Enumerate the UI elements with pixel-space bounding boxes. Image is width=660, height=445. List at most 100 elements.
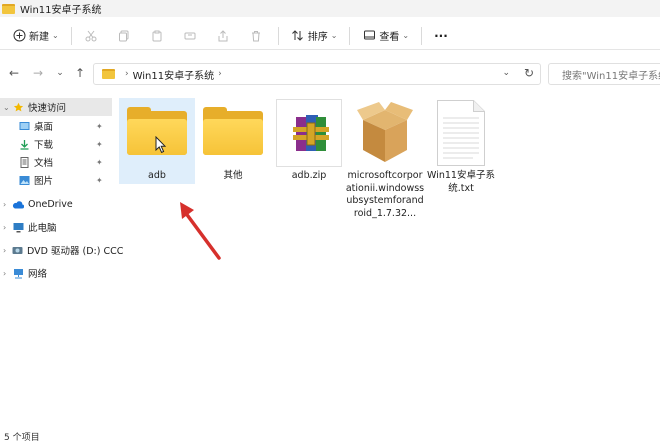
forward-arrow-icon[interactable]: → — [30, 65, 46, 81]
chevron-down-icon: ⌄ — [330, 31, 338, 40]
nav-dvd-drive[interactable]: › DVD 驱动器 (D:) CCC — [0, 241, 123, 259]
winrar-archive-icon — [271, 98, 347, 168]
folder-icon — [102, 69, 115, 79]
share-icon — [216, 29, 230, 43]
dvd-drive-icon — [12, 244, 23, 256]
up-arrow-icon[interactable]: ↑ — [72, 65, 88, 81]
annotation-arrow-icon — [180, 202, 221, 260]
nav-label: 快速访问 — [28, 103, 67, 114]
paste-icon — [150, 29, 164, 43]
expand-chevron-icon[interactable]: › — [3, 246, 6, 255]
more-options-button[interactable]: ··· — [430, 25, 452, 47]
nav-network[interactable]: › 网络 — [0, 264, 112, 282]
chevron-down-icon[interactable]: ⌄ — [502, 68, 510, 78]
item-count: 5 个项目 — [4, 433, 40, 443]
sort-icon — [291, 29, 305, 43]
nav-label: 下载 — [34, 140, 54, 151]
nav-desktop[interactable]: 桌面 ✦ — [18, 117, 112, 135]
nav-label: 此电脑 — [28, 223, 57, 234]
text-file-icon — [423, 98, 499, 168]
plus-circle-icon — [12, 29, 26, 43]
address-row: ← → ⌄ ↑ › Win11安卓子系统 › ⌄ ↻ 搜索"Win11安卓子系统… — [0, 59, 660, 89]
pin-icon: ✦ — [96, 139, 103, 149]
file-name: adb — [148, 170, 166, 181]
command-bar: 新建 ⌄ 排序 ⌄ 查看 ⌄ ··· — [0, 22, 660, 50]
pin-icon: ✦ — [96, 175, 103, 185]
desktop-icon — [18, 120, 30, 132]
view-icon — [362, 29, 376, 43]
file-name: microsoftcorporationii.windowssubsystemf… — [345, 170, 425, 219]
chevron-down-icon: ⌄ — [52, 31, 59, 40]
pin-icon: ✦ — [96, 121, 103, 131]
nav-downloads[interactable]: 下载 ✦ — [18, 135, 112, 153]
network-icon — [12, 267, 24, 279]
nav-pictures[interactable]: 图片 ✦ — [18, 171, 112, 189]
nav-label: OneDrive — [28, 198, 73, 210]
copy-button[interactable] — [113, 25, 138, 47]
file-list: adb 其他 adb.zip microsoftcorporationii.wi… — [115, 96, 660, 426]
file-name: adb.zip — [291, 170, 327, 181]
toolbar-divider — [277, 26, 279, 45]
copy-icon — [117, 29, 131, 43]
toolbar-divider — [349, 26, 351, 45]
star-icon — [12, 101, 24, 113]
cut-icon — [84, 29, 98, 43]
file-name: Win11安卓子系统.txt — [427, 170, 495, 194]
folder-icon — [2, 3, 15, 14]
view-button[interactable]: 查看 ⌄ — [358, 25, 413, 47]
toolbar-divider — [70, 26, 72, 45]
breadcrumb-item[interactable]: Win11安卓子系统 — [133, 67, 215, 82]
nav-label: DVD 驱动器 (D:) CCC — [27, 246, 124, 257]
file-item-txt[interactable]: Win11安卓子系统.txt — [423, 98, 499, 195]
share-button[interactable] — [212, 25, 237, 47]
expand-chevron-icon[interactable]: › — [3, 200, 6, 209]
recent-chevron-icon[interactable]: ⌄ — [52, 65, 68, 81]
cloud-icon — [12, 198, 24, 210]
download-icon — [18, 138, 30, 150]
pictures-icon — [18, 174, 30, 186]
new-button[interactable]: 新建 ⌄ — [8, 25, 63, 47]
nav-label: 文档 — [34, 158, 54, 169]
breadcrumb-separator: › — [218, 69, 222, 79]
breadcrumb-separator: › — [125, 69, 129, 79]
sort-button[interactable]: 排序 ⌄ — [287, 25, 342, 47]
package-box-icon — [347, 98, 423, 168]
navigation-pane: ⌄ 快速访问 桌面 ✦ 下载 ✦ 文档 ✦ 图片 ✦ › OneDrive › … — [0, 96, 123, 426]
title-bar: Win11安卓子系统 — [0, 0, 660, 17]
expand-chevron-icon[interactable]: › — [3, 223, 6, 232]
document-icon — [18, 156, 30, 168]
view-button-label: 查看 — [379, 32, 400, 43]
file-item-msix-package[interactable]: microsoftcorporationii.windowssubsystemf… — [345, 98, 425, 220]
search-box[interactable]: 搜索"Win11安卓子系统" — [548, 63, 660, 85]
nav-onedrive[interactable]: › OneDrive — [0, 195, 112, 213]
mouse-cursor-icon — [155, 136, 167, 154]
nav-label: 网络 — [28, 269, 48, 280]
nav-this-pc[interactable]: › 此电脑 — [0, 218, 112, 236]
new-button-label: 新建 — [29, 32, 49, 43]
toolbar-divider — [421, 26, 423, 45]
expand-chevron-icon[interactable]: ⌄ — [3, 103, 10, 112]
window-title: Win11安卓子系统 — [20, 5, 102, 16]
chevron-down-icon: ⌄ — [402, 31, 410, 40]
file-name: 其他 — [223, 170, 243, 181]
folder-icon — [119, 98, 195, 168]
expand-chevron-icon[interactable]: › — [3, 269, 6, 278]
file-item-adb-zip[interactable]: adb.zip — [271, 98, 347, 183]
rename-button[interactable] — [179, 25, 204, 47]
folder-icon — [195, 98, 271, 168]
nav-documents[interactable]: 文档 ✦ — [18, 153, 112, 171]
computer-icon — [12, 221, 24, 233]
delete-button[interactable] — [245, 25, 270, 47]
pin-icon: ✦ — [96, 157, 103, 167]
paste-button[interactable] — [146, 25, 171, 47]
address-bar[interactable]: › Win11安卓子系统 › ⌄ ↻ — [93, 63, 541, 85]
file-item-other[interactable]: 其他 — [195, 98, 271, 183]
sort-button-label: 排序 — [307, 32, 328, 43]
nav-label: 桌面 — [34, 122, 54, 133]
nav-quick-access[interactable]: ⌄ 快速访问 — [0, 98, 112, 116]
back-arrow-icon[interactable]: ← — [6, 65, 22, 81]
refresh-icon[interactable]: ↻ — [524, 66, 534, 80]
cut-button[interactable] — [80, 25, 105, 47]
rename-icon — [183, 29, 197, 43]
search-placeholder: 搜索"Win11安卓子系统" — [562, 70, 660, 82]
